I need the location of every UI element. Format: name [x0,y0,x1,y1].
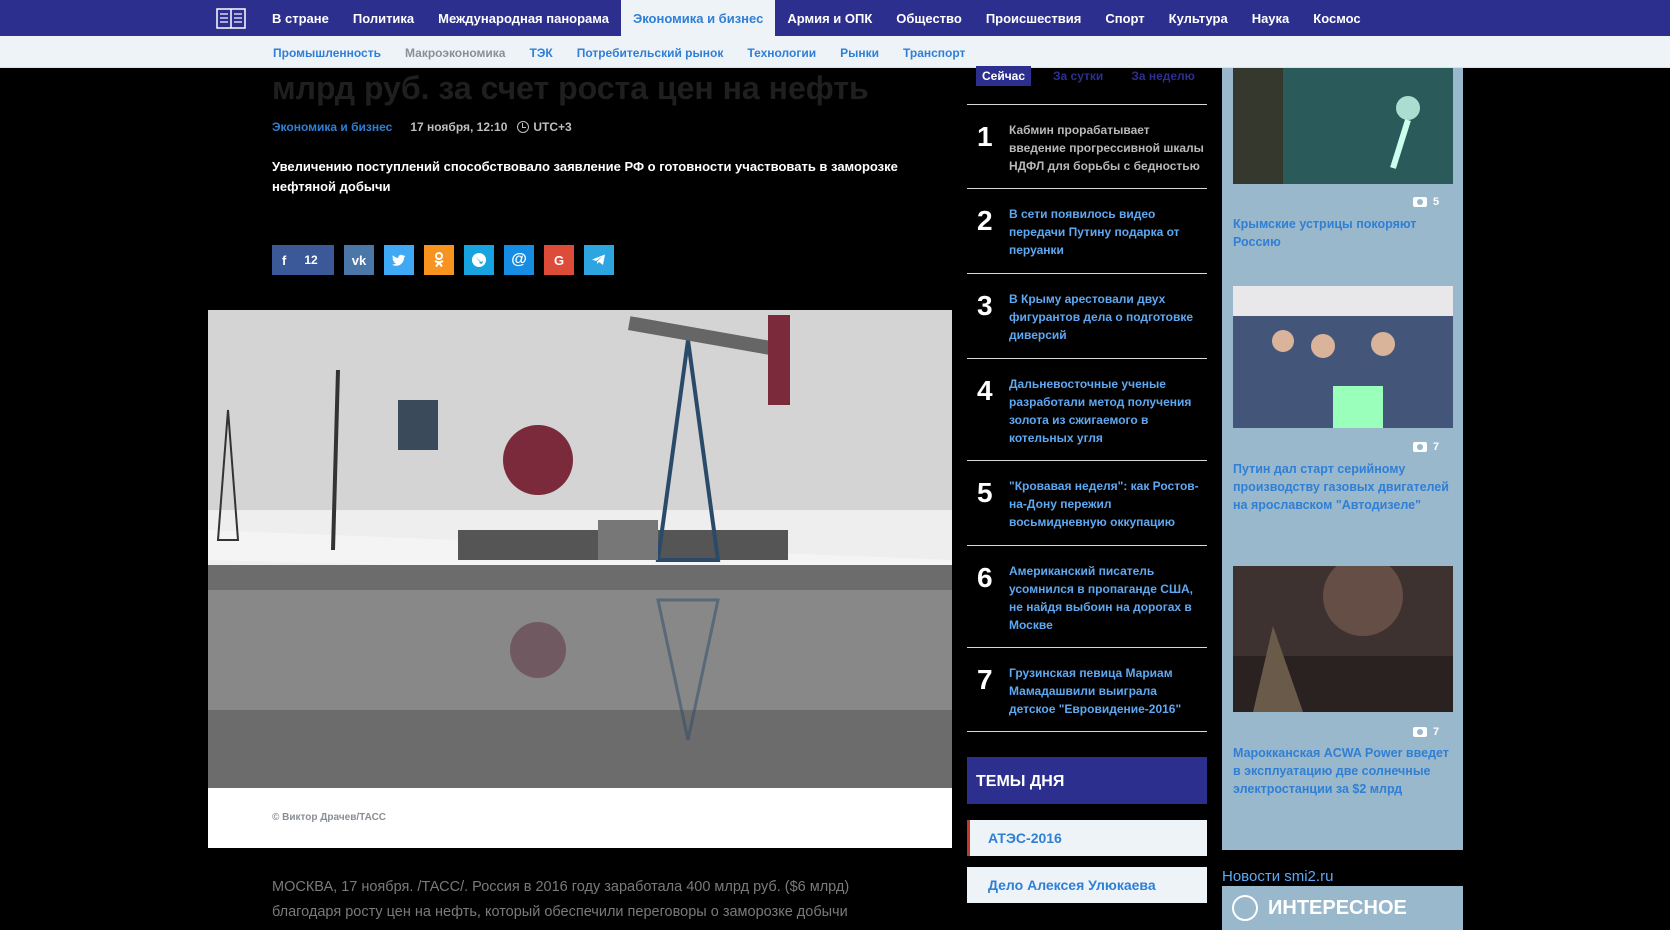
subnav-item-makroekonomika[interactable]: Макроэкономика [393,36,517,68]
sub-navigation: Промышленность Макроэкономика ТЭК Потреб… [0,36,1670,68]
nav-item-politika[interactable]: Политика [341,0,426,36]
nav-item-nauka[interactable]: Наука [1240,0,1302,36]
article-rubric-link[interactable]: Экономика и бизнес [272,120,392,134]
theme-item-ulyukaev[interactable]: Дело Алексея Улюкаева [967,867,1207,903]
popular-item-title: В Крыму арестовали двух фигурантов дела … [1009,292,1194,342]
theme-item-apec[interactable]: АТЭС-2016 [967,820,1207,856]
popular-item[interactable]: 3 В Крыму арестовали двух фигурантов дел… [967,273,1207,358]
popular-tabs: Сейчас За сутки За неделю [976,66,1217,86]
popular-item[interactable]: 6 Американский писатель усомнился в проп… [967,545,1207,647]
nav-item-obshchestvo[interactable]: Общество [884,0,974,36]
photo-caption: © Виктор Драчев/ТАСС [208,788,952,848]
subnav-item-tekhnologii[interactable]: Технологии [735,36,828,68]
livejournal-icon [472,253,486,267]
popular-item-title: Грузинская певица Мариам Мамадашвили выи… [1009,666,1182,716]
tab-now[interactable]: Сейчас [976,66,1032,86]
interesting-block-header: ИНТЕРЕСНОЕ [1222,886,1463,930]
popular-item-title: Дальневосточные ученые разработали метод… [1009,377,1192,445]
facebook-icon: f [282,252,287,268]
facebook-share-button[interactable]: f 12 [272,245,334,275]
camera-icon [1413,197,1427,207]
vk-icon: vk [351,252,367,268]
globe-icon [1232,895,1258,921]
oil-pump-image [208,310,952,788]
nav-item-proisshestviya[interactable]: Происшествия [974,0,1094,36]
article-lead: Увеличению поступлений способствовало за… [272,159,898,194]
telegram-icon [592,254,605,265]
mail-icon: @ [511,251,527,268]
twitter-share-button[interactable] [384,245,414,275]
tab-day[interactable]: За сутки [1047,66,1109,86]
livejournal-share-button[interactable] [464,245,494,275]
article-timezone: UTC+3 [533,120,572,134]
google-plus-icon: G [553,252,565,268]
camera-icon [1413,727,1427,737]
mail-share-button[interactable]: @ [504,245,534,275]
article-photo[interactable] [208,310,952,788]
camera-icon [1413,442,1427,452]
article-date: 17 ноября, 12:10 [410,120,508,134]
google-plus-share-button[interactable]: G [544,245,574,275]
odnoklassniki-share-button[interactable] [424,245,454,275]
gallery-photo-title[interactable]: Марокканская ACWA Power введет в эксплуа… [1233,744,1453,798]
popular-item[interactable]: 5 "Кровавая неделя": как Ростов-на-Дону … [967,460,1207,545]
nav-item-sport[interactable]: Спорт [1093,0,1156,36]
popular-item-title: Кабмин прорабатывает введение прогрессив… [1009,123,1204,173]
gallery-photo-count: 7 [1413,726,1439,738]
nav-item-armiya[interactable]: Армия и ОПК [775,0,884,36]
photo-credit: © Виктор Драчев/ТАСС [272,812,387,823]
facebook-share-count: 12 [304,253,318,267]
popular-item-title: Американский писатель усомнился в пропаг… [1009,564,1194,632]
popular-item-number: 7 [977,664,993,695]
popular-item-title: "Кровавая неделя": как Ростов-на-Дону пе… [1009,479,1199,529]
article-headline: млрд руб. за счет роста цен на нефть [272,70,869,106]
clock-icon [517,121,530,133]
themes-heading: ТЕМЫ ДНЯ [967,757,1207,804]
gallery-photo-solar[interactable] [1233,566,1453,712]
article-body: МОСКВА, 17 ноября. /ТАСС/. Россия в 2016… [272,879,850,920]
gallery-photo-count: 7 [1413,441,1439,453]
telegram-share-button[interactable] [584,245,614,275]
popular-item[interactable]: 7 Грузинская певица Мариам Мамадашвили в… [967,647,1207,732]
popular-item-number: 1 [977,121,993,152]
gallery-photo-oysters[interactable] [1233,68,1453,184]
subnav-item-tek[interactable]: ТЭК [517,36,564,68]
article-meta: Экономика и бизнес 17 ноября, 12:10 UTC+… [272,120,572,134]
gallery-photo-count: 5 [1413,196,1439,208]
subnav-item-promyshlennost[interactable]: Промышленность [261,36,393,68]
nav-item-v-strane[interactable]: В стране [260,0,341,36]
popular-item[interactable]: 1 Кабмин прорабатывает введение прогресс… [967,104,1207,188]
gallery-photo-title[interactable]: Крымские устрицы покоряют Россию [1233,215,1453,251]
gallery-photo-putin[interactable] [1233,286,1453,428]
nav-item-ekonomika[interactable]: Экономика и бизнес [620,0,776,36]
subnav-item-transport[interactable]: Транспорт [891,36,977,68]
nav-item-kosmos[interactable]: Космос [1301,0,1372,36]
gallery-photo-title[interactable]: Путин дал старт серийному производству г… [1233,460,1453,514]
popular-item-number: 2 [977,205,993,236]
twitter-icon [392,254,406,266]
nav-item-kultura[interactable]: Культура [1157,0,1240,36]
odnoklassniki-icon [434,252,444,268]
popular-item-number: 3 [977,290,993,321]
top-navigation: В стране Политика Международная панорама… [0,0,1670,36]
popular-list: 1 Кабмин прорабатывает введение прогресс… [967,104,1207,732]
vk-share-button[interactable]: vk [344,245,374,275]
share-bar: f 12 vk @ G [272,245,624,275]
main-nav-items: В стране Политика Международная панорама… [260,0,1373,36]
popular-item-number: 5 [977,477,993,508]
subnav-item-potrebitelskiy[interactable]: Потребительский рынок [565,36,736,68]
popular-item-number: 6 [977,562,993,593]
popular-item[interactable]: 2 В сети появилось видео передачи Путину… [967,188,1207,273]
popular-item[interactable]: 4 Дальневосточные ученые разработали мет… [967,358,1207,460]
menu-icon[interactable] [216,8,246,29]
popular-item-title: В сети появилось видео передачи Путину п… [1009,207,1180,257]
popular-item-number: 4 [977,375,993,406]
subnav-item-rynki[interactable]: Рынки [828,36,891,68]
tab-week[interactable]: За неделю [1125,66,1201,86]
smi2-news-link[interactable]: Новости smi2.ru [1222,868,1333,885]
nav-item-mezhdunarodnaya[interactable]: Международная панорама [426,0,621,36]
interesting-label: ИНТЕРЕСНОЕ [1268,896,1407,919]
